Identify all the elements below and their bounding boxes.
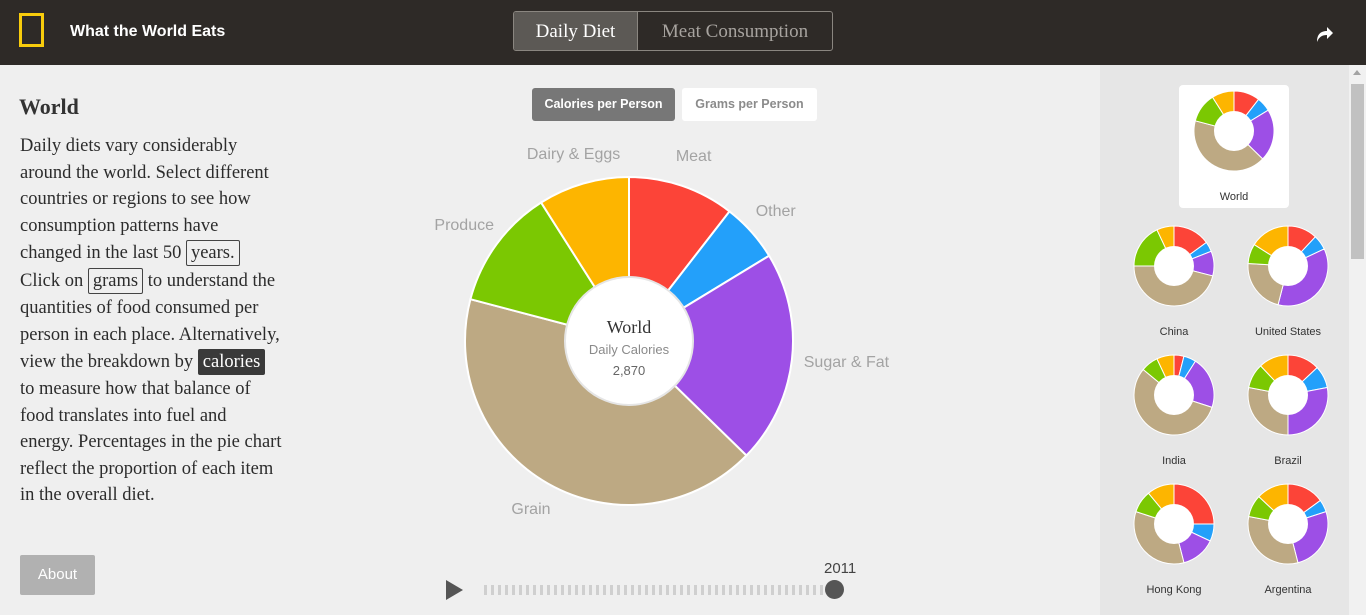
mini-pie-argentina <box>1247 483 1329 565</box>
pie-center-hole <box>564 276 694 406</box>
pie-label-grain: Grain <box>511 500 551 518</box>
pie-label-produce: Produce <box>434 217 494 235</box>
region-card-united-states[interactable]: United States <box>1233 220 1343 343</box>
center-subtitle: Daily Calories <box>588 342 670 357</box>
region-card-india[interactable]: India <box>1119 349 1229 472</box>
mini-united-states-center-hole <box>1268 246 1308 286</box>
scrollbar-thumb[interactable] <box>1351 84 1364 259</box>
pie-label-dairy-and-eggs: Dairy & Eggs <box>526 145 621 163</box>
mini-pie-china <box>1133 225 1215 307</box>
region-card-label: Argentina <box>1264 584 1312 596</box>
mini-pie-world <box>1193 90 1275 172</box>
region-card-label: United States <box>1254 326 1322 338</box>
play-icon[interactable] <box>446 580 463 600</box>
mini-pie-brazil <box>1247 354 1329 436</box>
region-card-argentina[interactable]: Argentina <box>1233 478 1343 601</box>
region-card-label: India <box>1162 455 1186 467</box>
mini-pie-hong-kong <box>1133 483 1215 565</box>
region-card-brazil[interactable]: Brazil <box>1233 349 1343 472</box>
center-value: 2,870 <box>612 363 646 378</box>
pie-label-meat: Meat <box>675 148 712 166</box>
timeline-year: 2011 <box>824 560 857 577</box>
mini-hong-kong-center-hole <box>1154 504 1194 544</box>
mini-china-center-hole <box>1154 246 1194 286</box>
timeline-track[interactable] <box>484 585 842 595</box>
region-card-china[interactable]: China <box>1119 220 1229 343</box>
mini-brazil-center-hole <box>1268 375 1308 415</box>
mini-pie-united-states <box>1247 225 1329 307</box>
pie-label-other: Other <box>755 202 796 220</box>
mini-argentina-center-hole <box>1268 504 1308 544</box>
region-card-label: China <box>1159 326 1189 338</box>
mini-pie-india <box>1133 354 1215 436</box>
region-card-label: Brazil <box>1274 455 1302 467</box>
mini-world-center-hole <box>1214 111 1254 151</box>
scroll-up-icon[interactable] <box>1353 70 1361 75</box>
pie-label-sugar-and-fat: Sugar & Fat <box>803 353 890 371</box>
pie-chart <box>464 175 794 506</box>
region-card-hong-kong[interactable]: Hong Kong <box>1119 478 1229 601</box>
center-title: World <box>606 317 652 337</box>
region-card-label: World <box>1219 191 1249 203</box>
region-card-world[interactable]: World <box>1179 85 1289 208</box>
region-card-label: Hong Kong <box>1146 584 1202 596</box>
share-arrow-icon[interactable] <box>1312 22 1336 46</box>
timeline-handle[interactable] <box>824 580 844 599</box>
mini-india-center-hole <box>1154 375 1194 415</box>
